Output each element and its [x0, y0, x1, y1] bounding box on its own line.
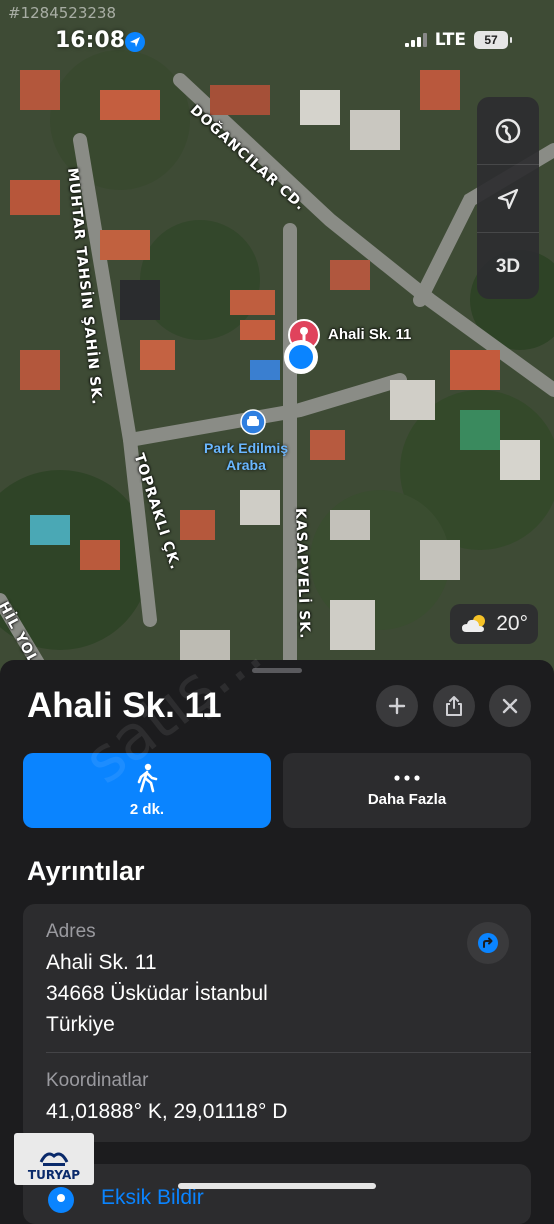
- parked-car-label-line2: Araba: [226, 457, 266, 473]
- address-directions-button[interactable]: [467, 922, 509, 964]
- details-card: Adres Ahali Sk. 11 34668 Üsküdar İstanbu…: [23, 904, 531, 1142]
- turyap-logo-text: TURYAP: [27, 1168, 81, 1182]
- plus-icon: [388, 697, 406, 715]
- report-missing-label: Eksik Bildir: [101, 1186, 204, 1209]
- track-location-button[interactable]: [477, 165, 539, 233]
- ellipsis-icon: [394, 775, 420, 781]
- more-button[interactable]: Daha Fazla: [283, 753, 531, 828]
- three-d-button[interactable]: 3D: [477, 233, 539, 299]
- status-time: 16:08: [55, 28, 126, 53]
- report-pin-icon: [48, 1187, 74, 1213]
- temperature: 20°: [496, 612, 528, 635]
- parked-car-label: Park Edilmiş Araba: [204, 440, 288, 474]
- partly-cloudy-icon: [462, 615, 486, 632]
- turyap-logo: TURYAP: [14, 1133, 94, 1185]
- address-line-1: Ahali Sk. 11: [46, 951, 157, 974]
- current-location-dot: [284, 340, 318, 374]
- address-block[interactable]: Adres Ahali Sk. 11 34668 Üsküdar İstanbu…: [46, 921, 268, 1040]
- close-icon: [502, 698, 518, 714]
- weather-chip: 20°: [450, 604, 538, 644]
- parked-car-label-line1: Park Edilmiş: [204, 440, 289, 456]
- walk-duration: 2 dk.: [129, 801, 165, 818]
- add-button[interactable]: [376, 685, 418, 727]
- address-line-2: 34668 Üsküdar İstanbul: [46, 982, 268, 1005]
- location-services-icon: [125, 32, 145, 52]
- status-indicators: LTE 57: [404, 30, 512, 50]
- more-label: Daha Fazla: [367, 791, 447, 808]
- parked-car-icon[interactable]: [240, 409, 266, 435]
- share-button[interactable]: [433, 685, 475, 727]
- location-arrow-icon: [497, 188, 519, 209]
- address-label: Adres: [46, 921, 96, 942]
- map-type-button[interactable]: [477, 97, 539, 165]
- coordinates-value: 41,01888° K, 29,01118° D: [46, 1100, 288, 1123]
- signal-icon: [404, 33, 427, 47]
- coordinates-block[interactable]: Koordinatlar 41,01888° K, 29,01118° D: [46, 1070, 287, 1127]
- turyap-logo-mark: [39, 1152, 69, 1166]
- coordinates-label: Koordinatlar: [46, 1070, 149, 1091]
- home-indicator[interactable]: [178, 1183, 376, 1189]
- pin-label: Ahali Sk. 11: [328, 326, 412, 343]
- details-heading: Ayrıntılar: [27, 856, 145, 886]
- report-card[interactable]: Eksik Bildir: [23, 1164, 531, 1224]
- satellite-map[interactable]: #1284523238 16:08 LTE 57 DOĞANCILAR CD. …: [0, 0, 554, 700]
- share-icon: [446, 696, 462, 716]
- directions-icon: [478, 933, 498, 953]
- globe-icon: [495, 118, 521, 143]
- listing-id-watermark: #1284523238: [8, 4, 117, 22]
- card-divider: [46, 1052, 531, 1053]
- map-controls: 3D: [477, 97, 539, 299]
- network-type: LTE: [434, 30, 466, 50]
- close-button[interactable]: [489, 685, 531, 727]
- battery-indicator: 57: [474, 31, 512, 49]
- address-line-3: Türkiye: [46, 1013, 115, 1036]
